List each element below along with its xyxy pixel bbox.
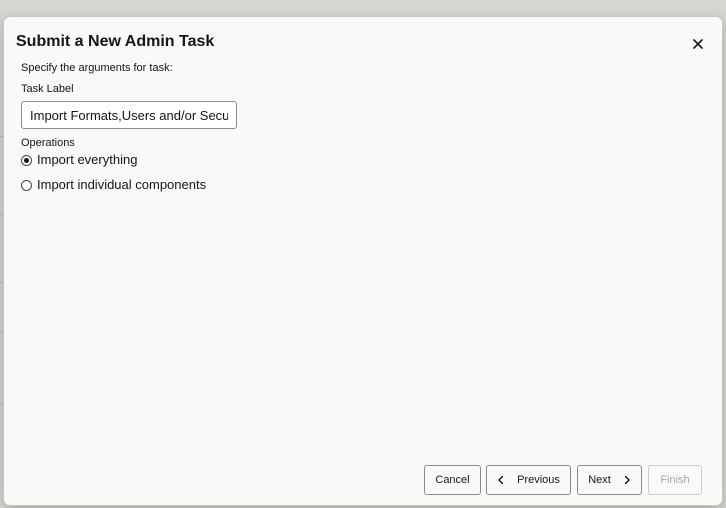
task-label-caption: Task Label bbox=[21, 83, 74, 95]
finish-button-label: Finish bbox=[660, 474, 690, 486]
radio-label: Import everything bbox=[37, 152, 138, 167]
radio-import-everything[interactable]: Import everything bbox=[21, 151, 137, 169]
radio-import-individual-components[interactable]: Import individual components bbox=[21, 176, 206, 194]
operations-caption: Operations bbox=[21, 137, 75, 149]
chevron-left-icon bbox=[498, 475, 504, 485]
radio-label: Import individual components bbox=[37, 177, 207, 192]
radio-selected-icon[interactable] bbox=[21, 154, 32, 166]
cancel-button[interactable]: Cancel bbox=[424, 465, 481, 495]
previous-button-label: Previous bbox=[517, 474, 560, 486]
admin-task-dialog: Submit a New Admin Task Specify the argu… bbox=[4, 17, 722, 505]
close-button[interactable] bbox=[687, 33, 709, 55]
radio-unselected-icon[interactable] bbox=[21, 179, 32, 191]
task-label-input[interactable] bbox=[21, 101, 237, 129]
finish-button[interactable]: Finish bbox=[648, 465, 702, 495]
next-button[interactable]: Next bbox=[577, 465, 642, 495]
dialog-title: Submit a New Admin Task bbox=[16, 33, 215, 50]
instruction-text: Specify the arguments for task: bbox=[21, 62, 173, 74]
cancel-button-label: Cancel bbox=[435, 474, 470, 486]
next-button-label: Next bbox=[588, 474, 611, 486]
chevron-right-icon bbox=[624, 475, 630, 485]
close-icon bbox=[693, 39, 703, 49]
previous-button[interactable]: Previous bbox=[486, 465, 571, 495]
